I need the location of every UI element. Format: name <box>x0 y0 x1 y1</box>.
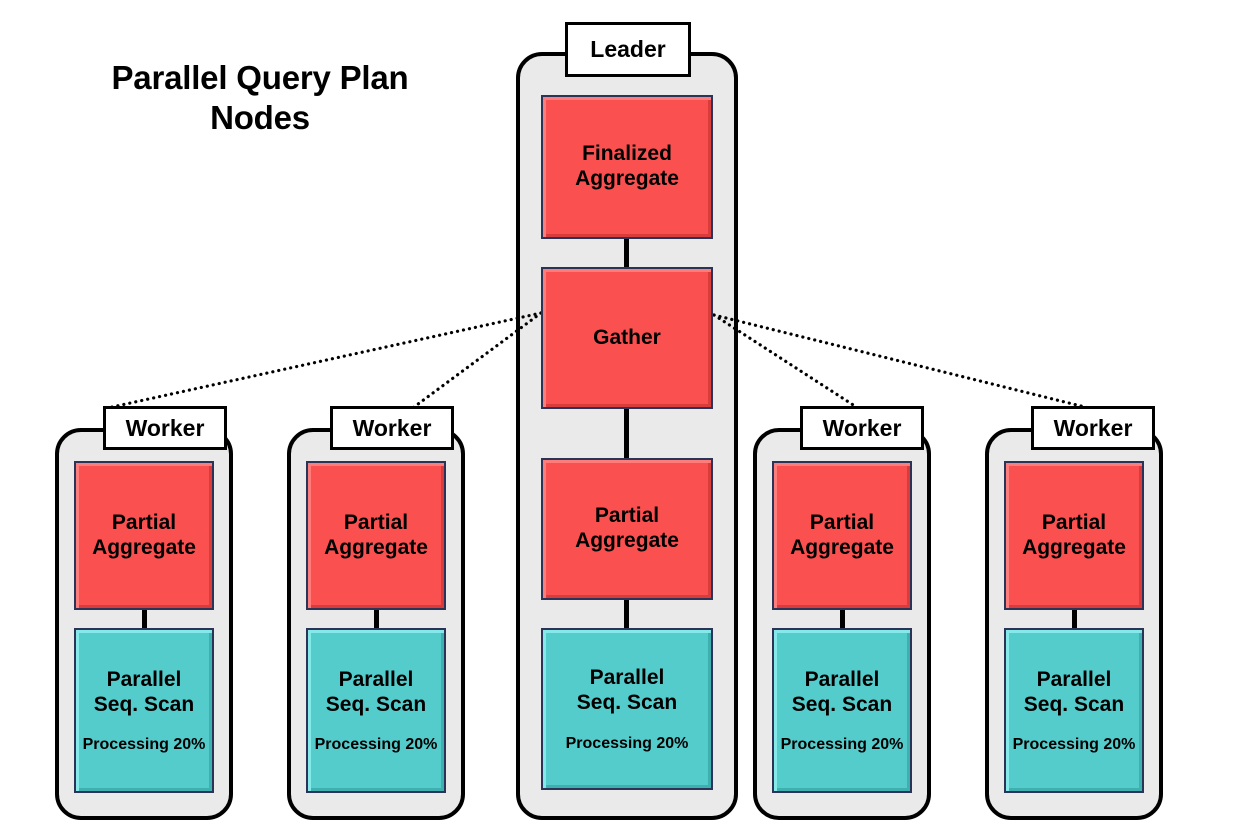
connector-gather-to-worker-1 <box>101 311 543 411</box>
worker-group-4-label-text: Worker <box>1053 414 1133 441</box>
node-worker-4-parallel-seq-scan[interactable]: Parallel Seq. Scan Processing 20% <box>1004 628 1144 793</box>
worker-group-3-label-text: Worker <box>822 414 902 441</box>
link-gather-to-partial-aggregate <box>624 409 629 458</box>
worker-group-2-label-text: Worker <box>352 414 432 441</box>
leader-group-label-text: Leader <box>590 36 666 62</box>
leader-group-label: Leader <box>565 22 691 77</box>
node-worker-3-parallel-seq-scan-status: Processing 20% <box>780 736 904 754</box>
link-worker-4-partial-to-scan <box>1072 610 1077 628</box>
node-worker-4-partial-aggregate[interactable]: Partial Aggregate <box>1004 461 1144 610</box>
node-worker-1-partial-aggregate-label: Partial Aggregate <box>92 510 196 559</box>
worker-group-4-label: Worker <box>1031 406 1155 450</box>
node-worker-2-partial-aggregate-label: Partial Aggregate <box>324 510 428 559</box>
worker-group-2-label: Worker <box>330 406 454 450</box>
node-leader-parallel-seq-scan[interactable]: Parallel Seq. Scan Processing 20% <box>541 628 713 790</box>
node-leader-partial-aggregate-label: Partial Aggregate <box>575 504 679 552</box>
link-worker-1-partial-to-scan <box>142 610 147 628</box>
node-worker-1-parallel-seq-scan-label: Parallel Seq. Scan <box>93 667 195 716</box>
node-worker-3-parallel-seq-scan[interactable]: Parallel Seq. Scan Processing 20% <box>772 628 912 793</box>
node-worker-3-partial-aggregate[interactable]: Partial Aggregate <box>772 461 912 610</box>
link-worker-2-partial-to-scan <box>374 610 379 628</box>
link-finalized-to-gather <box>624 239 629 267</box>
node-finalized-aggregate[interactable]: Finalized Aggregate <box>541 95 713 239</box>
node-worker-4-parallel-seq-scan-status: Processing 20% <box>1012 736 1136 754</box>
node-worker-3-partial-aggregate-label: Partial Aggregate <box>790 510 894 559</box>
diagram-canvas: Parallel Query Plan Nodes Leader Finaliz… <box>0 0 1250 838</box>
node-worker-1-partial-aggregate[interactable]: Partial Aggregate <box>74 461 214 610</box>
node-worker-2-parallel-seq-scan[interactable]: Parallel Seq. Scan Processing 20% <box>306 628 446 793</box>
link-leader-partial-to-scan <box>624 600 629 628</box>
node-worker-4-parallel-seq-scan-label: Parallel Seq. Scan <box>1023 667 1125 716</box>
node-worker-1-parallel-seq-scan-status: Processing 20% <box>82 736 206 754</box>
node-worker-2-partial-aggregate[interactable]: Partial Aggregate <box>306 461 446 610</box>
connector-gather-to-worker-4 <box>712 313 1095 411</box>
worker-group-1-label-text: Worker <box>125 414 205 441</box>
node-worker-2-parallel-seq-scan-status: Processing 20% <box>314 736 438 754</box>
node-leader-parallel-seq-scan-status: Processing 20% <box>565 734 689 752</box>
node-gather-label: Gather <box>593 325 661 349</box>
worker-group-1-label: Worker <box>103 406 227 450</box>
page-title: Parallel Query Plan Nodes <box>111 59 409 137</box>
node-gather[interactable]: Gather <box>541 267 713 409</box>
node-leader-partial-aggregate[interactable]: Partial Aggregate <box>541 458 713 600</box>
node-worker-2-parallel-seq-scan-label: Parallel Seq. Scan <box>325 667 427 716</box>
node-worker-3-parallel-seq-scan-label: Parallel Seq. Scan <box>791 667 893 716</box>
link-worker-3-partial-to-scan <box>840 610 845 628</box>
node-leader-parallel-seq-scan-label: Parallel Seq. Scan <box>576 666 678 714</box>
node-worker-4-partial-aggregate-label: Partial Aggregate <box>1022 510 1126 559</box>
worker-group-3-label: Worker <box>800 406 924 450</box>
node-worker-1-parallel-seq-scan[interactable]: Parallel Seq. Scan Processing 20% <box>74 628 214 793</box>
node-finalized-aggregate-label: Finalized Aggregate <box>575 142 679 190</box>
